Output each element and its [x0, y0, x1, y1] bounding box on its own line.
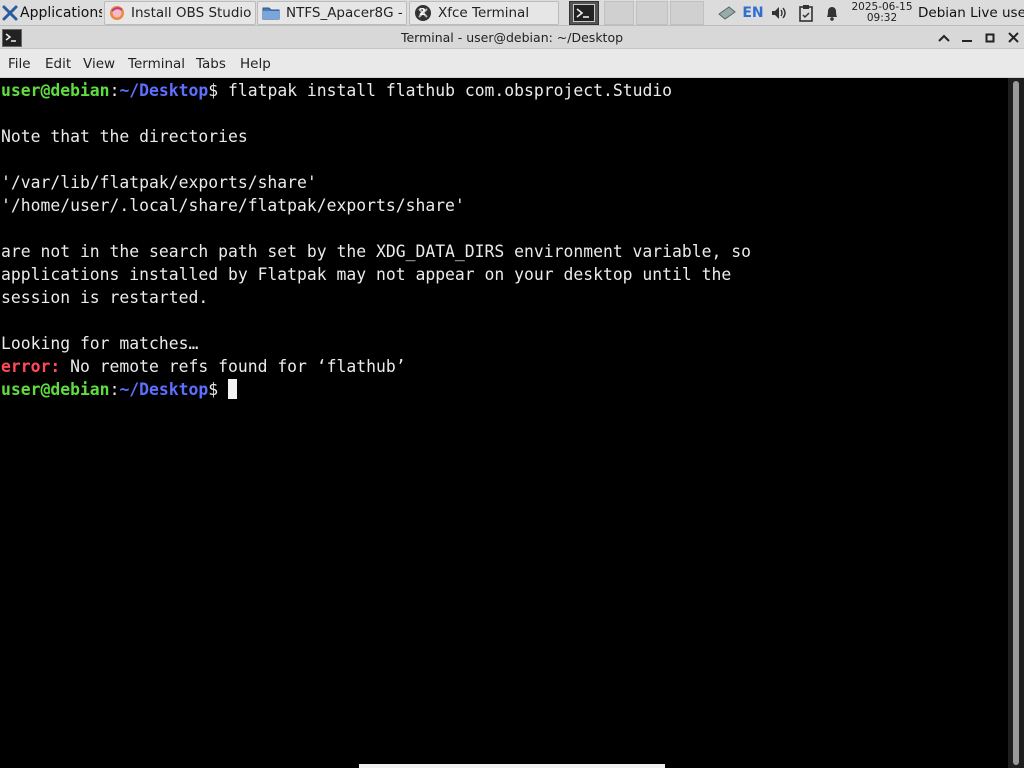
scrollbar-thumb[interactable]	[1013, 81, 1019, 765]
prompt-line: user@debian:~/Desktop$	[1, 378, 751, 401]
command-line: user@debian:~/Desktop$ flatpak install f…	[1, 79, 751, 102]
prompt-path: ~/Desktop	[119, 81, 209, 100]
workspace-2[interactable]	[636, 1, 668, 25]
prompt-user: user@debian	[1, 380, 110, 399]
task-label: NTFS_Apacer8G - ...	[286, 5, 402, 21]
bottom-panel-edge	[359, 764, 665, 768]
folder-icon	[262, 5, 280, 21]
output-line: Note that the directories	[1, 127, 248, 146]
terminal-output: user@debian:~/Desktop$ flatpak install f…	[1, 79, 751, 401]
menu-file[interactable]: File	[8, 49, 31, 78]
menu-tabs[interactable]: Tabs	[196, 49, 226, 78]
maximize-icon	[985, 33, 995, 42]
text-cursor	[228, 379, 237, 399]
prompt-symbol: $	[208, 81, 219, 100]
clock-time: 09:32	[866, 12, 898, 24]
prompt-symbol: $	[208, 380, 219, 399]
removable-drive-icon[interactable]	[716, 4, 738, 22]
workspace-3[interactable]	[670, 1, 704, 25]
terminal-icon	[573, 4, 595, 22]
prompt-separator: :	[109, 81, 120, 100]
task-label: Xfce Terminal	[438, 5, 530, 21]
applications-label: Applications	[20, 5, 102, 21]
workspace-1[interactable]	[604, 1, 634, 25]
terminal-scrollbar[interactable]	[1008, 78, 1024, 768]
clipboard-icon[interactable]	[795, 4, 817, 22]
menu-view[interactable]: View	[83, 49, 115, 78]
task-terminal-group[interactable]: 2 Xfce Terminal	[409, 1, 559, 25]
window-titlebar[interactable]: Terminal - user@debian: ~/Desktop	[0, 26, 1024, 49]
output-line: are not in the search path set by the XD…	[1, 242, 751, 261]
task-label: Install OBS Studio ...	[131, 5, 251, 21]
prompt-separator: :	[109, 380, 120, 399]
error-label: error:	[1, 357, 61, 376]
firefox-icon	[109, 5, 125, 21]
maximize-button[interactable]	[980, 28, 1000, 47]
chevron-up-icon	[938, 34, 950, 42]
error-message: No remote refs found for ‘flathub’	[60, 357, 406, 376]
top-panel: Applications ⁝ Install OBS Studio ... NT…	[0, 0, 1024, 26]
window-title: Terminal - user@debian: ~/Desktop	[400, 30, 624, 45]
output-line: '/home/user/.local/share/flatpak/exports…	[1, 196, 465, 215]
output-line: session is restarted.	[1, 288, 209, 307]
terminal-launcher-button[interactable]	[569, 1, 599, 25]
minimize-button[interactable]	[957, 28, 977, 47]
output-line: applications installed by Flatpak may no…	[1, 265, 732, 284]
task-firefox[interactable]: Install OBS Studio ...	[104, 1, 256, 25]
prompt-path: ~/Desktop	[119, 380, 209, 399]
close-button[interactable]	[1003, 28, 1023, 47]
error-line: error: No remote refs found for ‘flathub…	[1, 355, 751, 378]
applications-menu-button[interactable]: Applications ⁝	[2, 0, 102, 26]
xfce-logo-icon	[2, 5, 18, 21]
menubar: File Edit View Terminal Tabs Help	[0, 49, 1024, 78]
menu-help[interactable]: Help	[240, 49, 271, 78]
shade-button[interactable]	[934, 28, 954, 47]
task-count-badge: 2	[419, 7, 426, 18]
prompt-user: user@debian	[1, 81, 110, 100]
keyboard-layout-indicator[interactable]: EN	[741, 4, 765, 22]
close-icon	[1007, 32, 1019, 43]
volume-icon[interactable]	[768, 4, 790, 22]
output-line: '/var/lib/flatpak/exports/share'	[1, 173, 317, 192]
notification-bell-icon[interactable]	[821, 4, 843, 22]
menu-terminal[interactable]: Terminal	[128, 49, 185, 78]
terminal-area[interactable]: user@debian:~/Desktop$ flatpak install f…	[0, 78, 1008, 768]
user-menu[interactable]: Debian Live user	[918, 0, 1024, 26]
menu-edit[interactable]: Edit	[45, 49, 71, 78]
task-file-manager[interactable]: NTFS_Apacer8G - ...	[257, 1, 407, 25]
terminal-group-icon: 2	[414, 4, 432, 22]
output-line: Looking for matches…	[1, 334, 199, 353]
clock[interactable]: 2025-06-15 09:32	[850, 0, 914, 26]
command-text: flatpak install flathub com.obsproject.S…	[218, 81, 673, 100]
minimize-icon	[962, 39, 972, 42]
